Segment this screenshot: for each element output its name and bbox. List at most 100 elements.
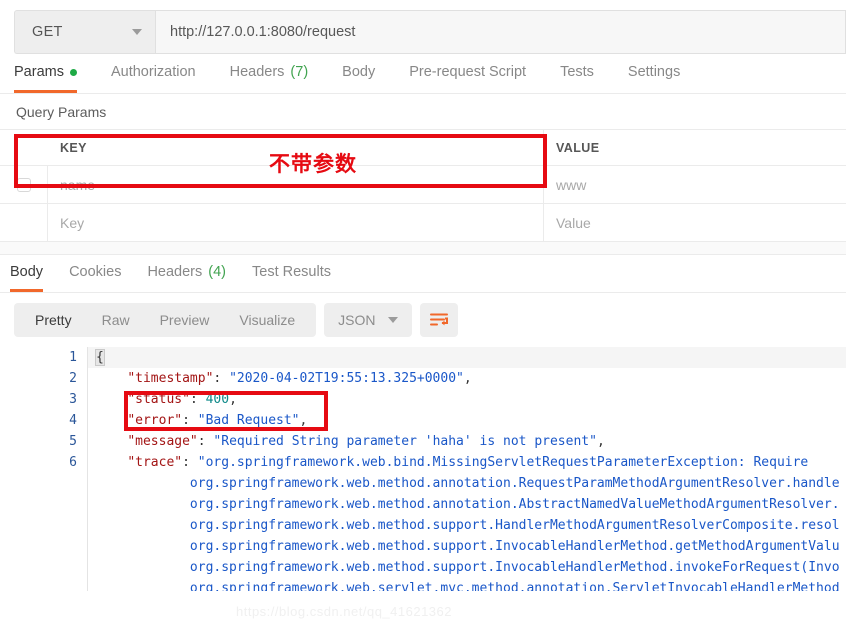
params-modified-dot-icon: [69, 68, 77, 76]
view-mode-group: Pretty Raw Preview Visualize: [14, 303, 317, 337]
response-tab-test-results-label: Test Results: [252, 264, 331, 280]
code-token: "error": [127, 413, 183, 428]
code-token: "Bad Request": [197, 413, 300, 428]
code-token: "2020-04-02T19:55:13.325+0000": [229, 371, 464, 386]
row-key-placeholder: name: [60, 176, 96, 193]
line-number: 3: [69, 392, 77, 407]
view-mode-pretty[interactable]: Pretty: [20, 303, 87, 337]
row-value-input[interactable]: www: [544, 166, 846, 203]
line-number: 6: [69, 455, 77, 470]
code-token: {: [95, 349, 105, 366]
tab-pre-request-script[interactable]: Pre-request Script: [409, 54, 526, 93]
header-cell-check: [0, 130, 48, 165]
row-checkbox-cell[interactable]: [0, 204, 48, 241]
word-wrap-button[interactable]: [419, 303, 458, 337]
row-key-placeholder: Key: [60, 214, 85, 231]
code-line: org.springframework.web.method.annotatio…: [88, 473, 846, 494]
query-params-title: Query Params: [0, 94, 846, 130]
table-row: name www: [0, 166, 846, 204]
code-line: org.springframework.web.method.annotatio…: [88, 494, 846, 515]
code-token: ,: [229, 392, 237, 407]
code-token: :: [182, 413, 198, 428]
response-view-bar: Pretty Raw Preview Visualize JSON: [0, 293, 846, 347]
code-token: ,: [299, 413, 308, 428]
response-tab-headers[interactable]: Headers (4): [147, 255, 226, 292]
code-token: :: [189, 392, 206, 407]
response-divider: [0, 242, 846, 255]
code-line: org.springframework.web.method.support.I…: [88, 557, 846, 578]
tab-headers-count: (7): [290, 64, 309, 80]
code-line: "status": 400,: [88, 389, 846, 410]
http-method-select[interactable]: GET: [14, 10, 155, 54]
response-body-viewer[interactable]: 1 2 3 4 5 6 { "timestamp": "2020-04-02T19:55:…: [0, 347, 846, 591]
response-format-select[interactable]: JSON: [324, 303, 412, 337]
code-line: org.springframework.web.method.support.H…: [88, 515, 846, 536]
row-value-placeholder: Value: [556, 214, 591, 231]
tab-settings[interactable]: Settings: [628, 54, 680, 93]
row-checkbox[interactable]: [16, 177, 31, 192]
word-wrap-icon: [429, 313, 448, 326]
code-token: "timestamp": [127, 371, 214, 386]
code-token: "message": [127, 434, 198, 449]
code-token: :: [182, 455, 198, 470]
code-line: "error": "Bad Request",: [88, 410, 846, 431]
view-mode-visualize[interactable]: Visualize: [224, 303, 310, 337]
code-token: ,: [463, 371, 472, 386]
code-token: org.springframework.web.servlet.mvc.meth…: [189, 581, 840, 591]
row-key-input[interactable]: name: [48, 166, 544, 203]
response-tabs: Body Cookies Headers (4) Test Results: [0, 255, 846, 293]
code-token: "org.springframework.web.bind.MissingSer…: [197, 455, 809, 470]
table-row: Key Value: [0, 204, 846, 242]
tab-body[interactable]: Body: [342, 54, 375, 93]
tab-pre-request-script-label: Pre-request Script: [409, 64, 527, 80]
code-token: :: [197, 434, 214, 449]
response-tab-cookies-label: Cookies: [69, 264, 122, 280]
response-tab-test-results[interactable]: Test Results: [252, 255, 331, 292]
line-number: 1: [69, 350, 77, 365]
row-value-placeholder: www: [556, 176, 587, 193]
chevron-down-icon: [387, 317, 398, 323]
code-line: org.springframework.web.servlet.mvc.meth…: [88, 578, 846, 591]
code-line: "message": "Required String parameter 'h…: [88, 431, 846, 452]
tab-settings-label: Settings: [627, 64, 681, 80]
header-cell-key: KEY: [48, 130, 544, 165]
code-token: 400: [205, 392, 230, 407]
watermark: https://blog.csdn.net/qq_41621362: [236, 604, 452, 619]
tab-params-label: Params: [14, 64, 64, 80]
code-line: {: [88, 347, 846, 368]
code-line: "timestamp": "2020-04-02T19:55:13.325+00…: [88, 368, 846, 389]
chevron-down-icon: [132, 29, 142, 35]
url-input[interactable]: http://127.0.0.1:8080/request: [155, 10, 846, 54]
line-number-gutter: 1 2 3 4 5 6: [0, 347, 88, 591]
request-url-bar: GET http://127.0.0.1:8080/request: [0, 0, 846, 54]
row-checkbox-cell[interactable]: [0, 166, 48, 203]
code-token: org.springframework.web.method.support.H…: [189, 518, 840, 533]
tab-authorization-label: Authorization: [110, 64, 196, 80]
code-line: org.springframework.web.method.support.I…: [88, 536, 846, 557]
line-number: 4: [69, 413, 77, 428]
row-value-input[interactable]: Value: [544, 204, 846, 241]
response-tab-body-label: Body: [10, 264, 44, 280]
code-token: org.springframework.web.method.annotatio…: [189, 497, 840, 512]
code-token: "trace": [127, 455, 183, 470]
tab-tests[interactable]: Tests: [560, 54, 594, 93]
view-mode-preview[interactable]: Preview: [145, 303, 225, 337]
http-method-label: GET: [32, 24, 63, 40]
code-token: org.springframework.web.method.annotatio…: [189, 476, 840, 491]
query-params-table: KEY VALUE name www Key Value 不带参数: [0, 130, 846, 242]
code-token: "Required String parameter 'haha' is not…: [213, 434, 597, 449]
tab-headers-label: Headers: [229, 64, 285, 80]
response-format-label: JSON: [338, 312, 376, 328]
table-header-row: KEY VALUE: [0, 130, 846, 166]
response-tab-cookies[interactable]: Cookies: [69, 255, 121, 292]
response-body-code[interactable]: { "timestamp": "2020-04-02T19:55:13.325+…: [88, 347, 846, 591]
tab-authorization[interactable]: Authorization: [111, 54, 196, 93]
request-tabs: Params Authorization Headers (7) Body Pr…: [0, 54, 846, 94]
tab-params[interactable]: Params: [14, 54, 77, 93]
view-mode-raw[interactable]: Raw: [87, 303, 145, 337]
header-cell-value: VALUE: [556, 140, 600, 155]
response-tab-body[interactable]: Body: [10, 255, 44, 292]
tab-headers[interactable]: Headers (7): [230, 54, 309, 93]
line-number: 5: [69, 434, 77, 449]
row-key-input[interactable]: Key: [48, 204, 544, 241]
